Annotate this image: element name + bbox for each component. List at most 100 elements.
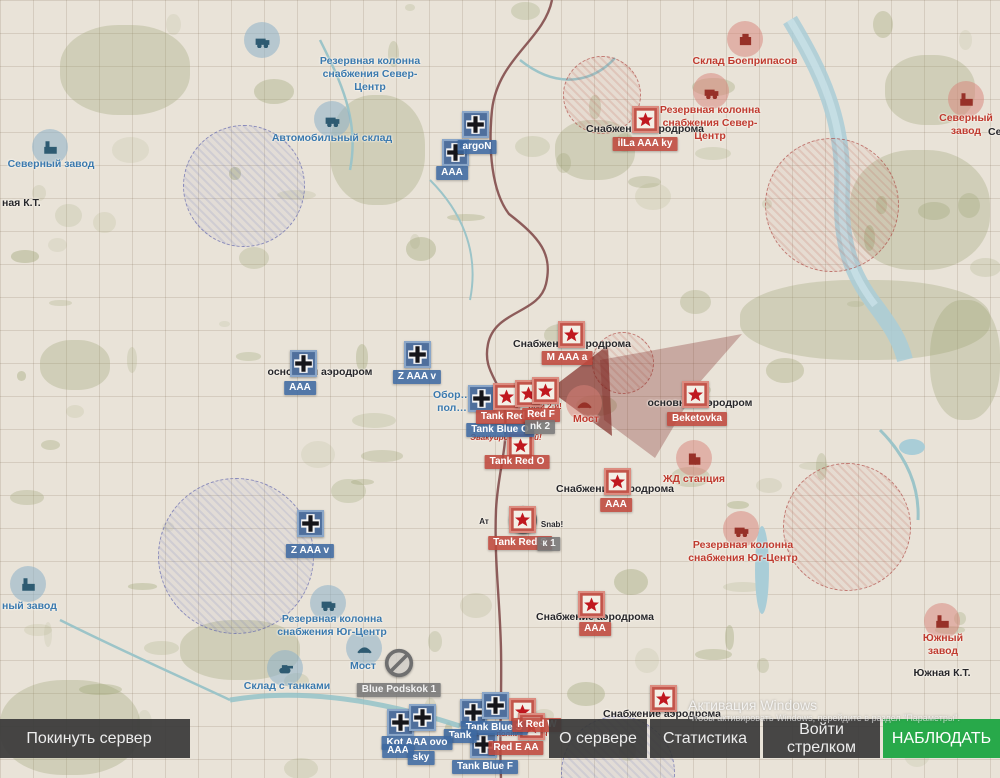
balkenkreuz-icon xyxy=(462,111,489,138)
unit-tag: AAA xyxy=(579,622,611,636)
blue-unit-marker xyxy=(297,510,324,537)
blue-unit-marker xyxy=(460,699,487,726)
influence-zone-blue xyxy=(158,478,314,634)
map-label: Склад Боеприпасов xyxy=(693,55,798,68)
terrain-patch xyxy=(544,324,577,346)
terrain-patch xyxy=(10,490,44,505)
terrain-patch xyxy=(959,30,973,50)
terrain-patch xyxy=(351,479,374,485)
terrain-patch xyxy=(284,758,318,778)
map-label: Резервная колонна снабжения Юг-Центр xyxy=(688,539,798,565)
terrain-patch xyxy=(555,120,635,180)
red-star-icon xyxy=(532,377,559,404)
blue-unit-marker xyxy=(404,341,431,368)
attack-arrow-head xyxy=(549,345,612,436)
observe-button[interactable]: НАБЛЮДАТЬ xyxy=(883,719,1000,758)
map-label: ный завод xyxy=(2,600,57,613)
poi-truck-icon xyxy=(314,101,350,137)
terrain-patch xyxy=(112,137,150,162)
map-label: полнительны xyxy=(497,729,548,738)
terrain-patch xyxy=(93,212,116,234)
terrain-patch xyxy=(701,386,711,394)
terrain-patch xyxy=(762,199,772,209)
balkenkreuz-icon xyxy=(482,692,509,719)
terrain-patch xyxy=(873,11,893,38)
terrain-patch xyxy=(405,4,415,11)
terrain-patch xyxy=(723,582,764,592)
map-label: Снабжение аэродрома xyxy=(513,338,631,351)
map-label: Южная К.Т. xyxy=(913,667,970,680)
terrain-patch xyxy=(49,300,71,307)
terrain-patch xyxy=(556,153,571,173)
poi-factory-icon xyxy=(10,566,46,602)
red-unit-marker xyxy=(558,321,585,348)
balkenkreuz-icon xyxy=(387,709,414,736)
terrain-patch xyxy=(876,196,886,214)
poi-factory-icon xyxy=(924,603,960,639)
red-unit-marker xyxy=(604,468,631,495)
terrain-patch xyxy=(954,612,966,625)
red-star-icon xyxy=(558,321,585,348)
influence-zone-red xyxy=(783,463,911,591)
disabled-airfield-icon xyxy=(507,504,539,536)
terrain-patch xyxy=(695,147,731,160)
terrain-patch xyxy=(635,183,670,210)
poi-truck-icon xyxy=(244,22,280,58)
server-map-screen: { "bottom_bar": { "leave": "Покинуть сер… xyxy=(0,0,1000,778)
tactical-map[interactable]: Резервная колонна снабжения Север- Центр… xyxy=(0,0,1000,778)
poi-bridge-icon xyxy=(566,385,602,421)
red-star-icon xyxy=(518,713,545,740)
map-label: Северный завод xyxy=(939,112,993,138)
map-label: Снабжение аэродрома xyxy=(536,611,654,624)
terrain-patch xyxy=(32,185,46,201)
terrain-patch xyxy=(11,250,38,262)
red-unit-marker xyxy=(632,106,659,133)
terrain-patch xyxy=(970,258,1000,277)
unit-tag: Z AAA v xyxy=(286,544,334,558)
terrain-patch xyxy=(757,658,769,673)
poi-bridge-icon xyxy=(346,630,382,666)
terrain-patch xyxy=(567,682,605,706)
terrain-patch xyxy=(48,238,68,253)
terrain-patch xyxy=(444,722,453,749)
terrain-patch xyxy=(958,193,980,218)
red-star-icon xyxy=(493,383,520,410)
terrain-patch xyxy=(850,150,990,270)
red-star-icon xyxy=(650,685,677,712)
terrain-patch xyxy=(847,301,864,308)
red-unit-marker xyxy=(509,698,536,725)
attack-arrow-tail xyxy=(600,334,742,458)
join-gunner-button[interactable]: Войти стрелком xyxy=(763,719,880,758)
map-label: Сев xyxy=(988,126,1000,139)
terrain-patch xyxy=(740,280,990,360)
statistics-button[interactable]: Статистика xyxy=(650,719,760,758)
terrain-patch xyxy=(239,247,269,269)
terrain-patch xyxy=(127,347,137,373)
terrain-patch xyxy=(604,472,631,488)
terrain-patch xyxy=(284,673,309,689)
influence-zone-red xyxy=(563,56,641,134)
about-server-button[interactable]: О сервере xyxy=(549,719,647,758)
red-unit-marker xyxy=(509,506,536,533)
terrain-patch xyxy=(511,2,540,20)
map-label: Обор… пол… xyxy=(433,389,471,415)
terrain-patch xyxy=(301,441,334,468)
map-label: Резервная колонна снабжения Север- Центр xyxy=(660,104,760,143)
terrain-patch xyxy=(930,300,1000,420)
balkenkreuz-icon xyxy=(468,385,495,412)
terrain-patch xyxy=(40,340,110,390)
poi-ammo-icon xyxy=(727,21,763,57)
unit-tag: Tank Red O xyxy=(485,455,550,469)
terrain-patch xyxy=(406,237,436,260)
unit-tag: AAA xyxy=(382,744,414,758)
terrain-patch xyxy=(766,358,805,383)
unit-tag: Tank Blue S xyxy=(461,721,528,735)
unit-tag: AAA xyxy=(600,498,632,512)
leave-server-button[interactable]: Покинуть сервер xyxy=(0,719,190,758)
terrain-patch xyxy=(918,202,950,220)
terrain-patch xyxy=(680,290,711,314)
map-label: Снабжение аэродрома xyxy=(586,123,704,136)
terrain-patch xyxy=(515,136,550,157)
terrain-patch xyxy=(614,569,648,595)
terrain-patch xyxy=(229,167,240,180)
